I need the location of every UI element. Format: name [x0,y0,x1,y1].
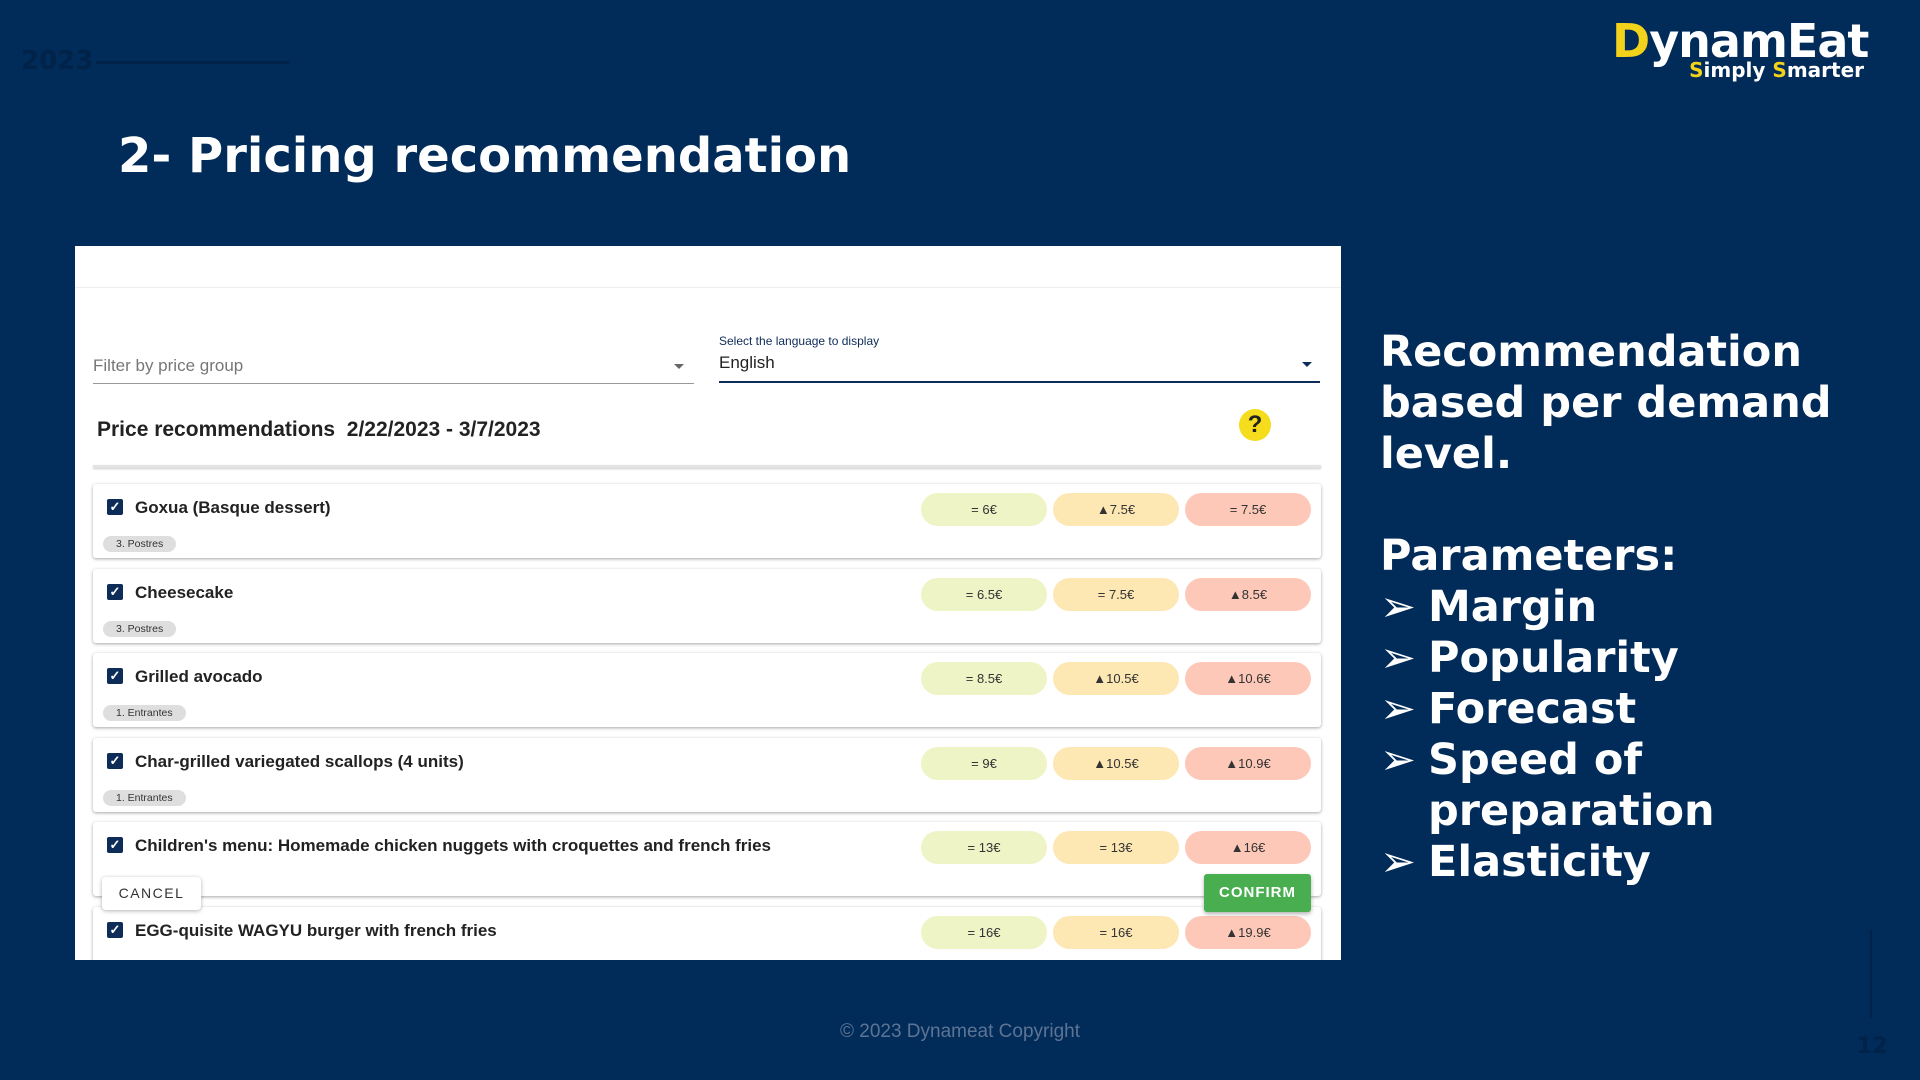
parameter-item: ➢ Margin [1380,582,1832,633]
parameter-label: Popularity [1428,633,1679,683]
price-pill[interactable]: = 6€ [921,493,1047,526]
parameter-item: ➢ Elasticity [1380,837,1832,888]
list-item: ✓ Char-grilled variegated scallops (4 un… [93,737,1321,812]
checkbox[interactable]: ✓ [107,921,123,938]
price-pill[interactable]: ▲10.9€ [1185,746,1311,780]
parameter-label: Speed of preparation [1428,735,1715,836]
parameters-title: Parameters: [1380,531,1678,581]
parameter-label: Elasticity [1428,837,1651,887]
filter-placeholder: Filter by price group [93,356,244,375]
language-label: Select the language to display [719,334,880,348]
price-pill[interactable]: ▲16€ [1185,831,1311,864]
language-value: English [719,353,775,372]
side-text: Recommendation based per demand level. P… [1380,327,1832,888]
price-pill[interactable]: ▲10.5€ [1053,662,1179,695]
price-pill[interactable]: ▲8.5€ [1185,577,1311,611]
list-item: ✓ Cheesecake 3. Postres = 6.5€ = 7.5€ ▲8.5€ [93,568,1321,643]
price-pill[interactable]: = 16€ [1053,915,1179,949]
date-range: 2/22/2023 - 3/7/2023 [346,418,541,441]
arrow-bullet-icon: ➢ [1380,735,1417,785]
arrow-bullet-icon: ➢ [1380,633,1417,683]
list-item: ✓ EGG-quisite WAGYU burger with french f… [93,906,1321,960]
arrow-bullet-icon: ➢ [1380,684,1417,734]
checkbox[interactable]: ✓ [107,583,123,600]
price-pill[interactable]: ▲10.5€ [1053,746,1179,780]
item-name: Children's menu: Homemade chicken nugget… [135,836,771,855]
price-pill[interactable]: = 13€ [921,831,1047,864]
divider [1870,930,1872,1018]
page-number: 12 [1857,1034,1888,1059]
item-name: Cheesecake [135,582,234,602]
arrow-bullet-icon: ➢ [1380,837,1417,887]
top-bar-divider [75,287,1341,288]
intro-line: based per demand [1380,378,1832,428]
price-pill[interactable]: = 13€ [1053,831,1179,864]
price-pill[interactable]: = 9€ [921,746,1047,780]
parameter-label: Forecast [1428,684,1637,734]
price-pill[interactable]: = 7.5€ [1053,577,1179,611]
cancel-button[interactable]: CANCEL [102,877,201,910]
price-pill[interactable]: = 6.5€ [921,577,1047,611]
checkbox[interactable]: ✓ [107,499,123,515]
logo: DynamEat Simply Smarter [1612,14,1869,82]
chevron-down-icon [674,364,684,369]
price-pill[interactable]: ▲19.9€ [1185,915,1311,949]
heading-text: Price recommendations [97,418,336,441]
language-select[interactable]: Select the language to display English [719,334,1320,384]
item-name: Grilled avocado [135,667,263,686]
price-group-chip: 1. Entrantes [103,789,186,806]
list-item: ✓ Goxua (Basque dessert) 3. Postres = 6€ ▲7… [93,484,1321,558]
app-screenshot: Filter by price group Select the languag… [75,246,1341,960]
section-heading: Price recommendations 2/22/2023 - 3/7/20… [97,418,541,442]
arrow-bullet-icon: ➢ [1380,582,1417,632]
year-label: 2023 [21,46,94,76]
copyright: © 2023 Dynameat Copyright [839,1021,1080,1042]
price-pill[interactable]: ▲10.6€ [1185,662,1311,695]
parameter-label: Margin [1428,582,1598,632]
price-group-chip: 1. Entrantes [103,705,186,721]
checkbox[interactable]: ✓ [107,837,123,853]
divider [93,465,1321,468]
chevron-down-icon [1302,362,1312,367]
price-pill[interactable]: = 16€ [921,915,1047,949]
list-item: ✓ Children's menu: Homemade chicken nugg… [93,822,1321,896]
list-item: ✓ Grilled avocado 1. Entrantes = 8.5€ ▲10.5… [93,653,1321,727]
intro-line: level. [1380,429,1513,479]
help-icon[interactable]: ? [1239,409,1271,441]
price-pill[interactable]: ▲7.5€ [1053,493,1179,526]
checkbox[interactable]: ✓ [107,752,123,769]
price-group-chip: 3. Postres [103,536,177,552]
parameter-item: ➢ Speed of preparation [1380,735,1832,837]
item-name: EGG-quisite WAGYU burger with french fri… [135,920,497,940]
price-group-filter[interactable]: Filter by price group [93,336,694,384]
parameter-item: ➢ Forecast [1380,684,1832,735]
confirm-button[interactable]: CONFIRM [1204,874,1311,912]
item-name: Char-grilled variegated scallops (4 unit… [135,751,464,771]
price-group-chip: 3. Postres [103,620,177,637]
divider [96,61,289,64]
price-pill[interactable]: = 8.5€ [921,662,1047,695]
price-pill[interactable]: = 7.5€ [1185,493,1311,526]
intro-line: Recommendation [1380,327,1802,377]
parameter-item: ➢ Popularity [1380,633,1832,684]
item-name: Goxua (Basque dessert) [135,498,331,517]
page-title: 2- Pricing recommendation [118,128,852,184]
checkbox[interactable]: ✓ [107,668,123,684]
